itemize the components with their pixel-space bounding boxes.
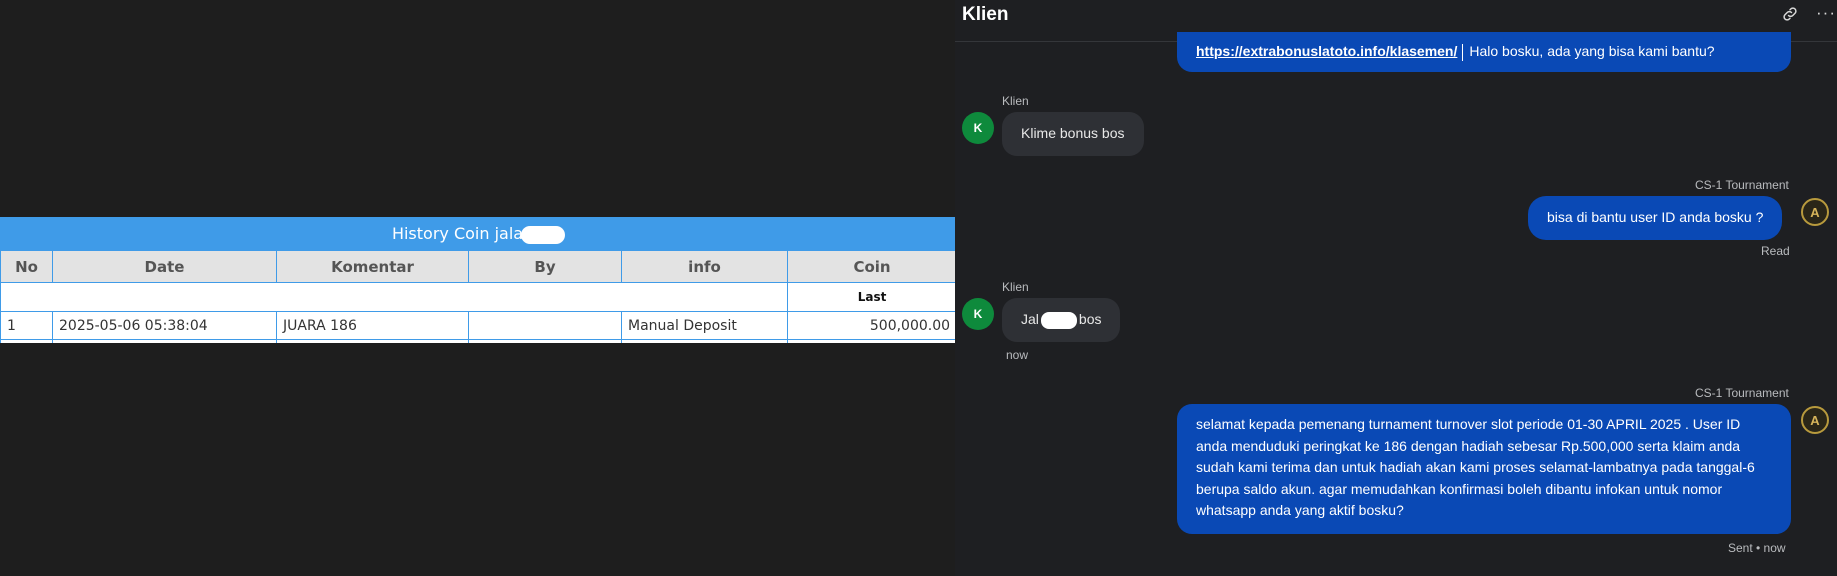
text-cursor bbox=[1462, 43, 1464, 61]
redaction-mark bbox=[1040, 311, 1077, 329]
table-row: 1 2025-05-06 05:38:04 JUARA 186 Manual D… bbox=[0, 311, 956, 340]
agent-avatar[interactable]: A bbox=[1801, 406, 1829, 434]
history-coin-table: History Coin jala No Date Komentar By in… bbox=[0, 217, 956, 343]
sender-name: Klien bbox=[1002, 94, 1029, 108]
column-header-date[interactable]: Date bbox=[52, 250, 277, 283]
chat-panel: Klien ··· https://extrabonuslatoto.info/… bbox=[955, 0, 1837, 576]
message-bubble-outgoing[interactable]: https://extrabonuslatoto.info/klasemen/H… bbox=[1177, 32, 1791, 72]
message-bubble-incoming[interactable]: Klime bonus bos bbox=[1002, 112, 1144, 156]
agent-avatar[interactable]: A bbox=[1801, 198, 1829, 226]
column-header-info[interactable]: info bbox=[621, 250, 788, 283]
sub-header-empty bbox=[0, 282, 788, 312]
sender-name: CS-1 Tournament bbox=[1695, 386, 1789, 400]
message-text: Halo bosku, ada yang bisa kami bantu? bbox=[1469, 43, 1715, 59]
cell-by bbox=[468, 311, 622, 340]
message-time: now bbox=[1006, 348, 1029, 362]
cell-info: Manual Deposit bbox=[621, 311, 788, 340]
redaction-mark bbox=[521, 225, 566, 244]
table-title-text: History Coin jala bbox=[391, 224, 524, 244]
message-text: Jal bbox=[1021, 311, 1039, 328]
cell-komentar: JUARA 186 bbox=[276, 311, 469, 340]
message-status: Read bbox=[1761, 244, 1790, 258]
client-avatar[interactable]: K bbox=[962, 298, 994, 330]
column-header-no[interactable]: No bbox=[0, 250, 53, 283]
table-row bbox=[0, 339, 956, 343]
message-status: Sent • now bbox=[1728, 541, 1786, 555]
message-text: Klime bonus bos bbox=[1021, 125, 1125, 142]
message-text: selamat kepada pemenang turnament turnov… bbox=[1196, 416, 1755, 518]
sender-name: Klien bbox=[1002, 280, 1029, 294]
more-icon[interactable]: ··· bbox=[1816, 3, 1836, 23]
cell-no: 1 bbox=[0, 311, 53, 340]
table-title: History Coin jala bbox=[0, 217, 956, 251]
message-bubble-outgoing[interactable]: selamat kepada pemenang turnament turnov… bbox=[1177, 404, 1791, 534]
chat-title: Klien bbox=[962, 4, 1009, 25]
message-bubble-outgoing[interactable]: bisa di bantu user ID anda bosku ? bbox=[1528, 196, 1783, 240]
cell-date: 2025-05-06 05:38:04 bbox=[52, 311, 277, 340]
message-text: bisa di bantu user ID anda bosku ? bbox=[1547, 209, 1764, 226]
column-header-by[interactable]: By bbox=[468, 250, 622, 283]
link-icon[interactable] bbox=[1781, 5, 1799, 28]
sub-header-last: Last bbox=[786, 282, 956, 312]
cell-coin: 500,000.00 bbox=[786, 311, 956, 340]
client-avatar[interactable]: K bbox=[962, 112, 994, 144]
history-panel: History Coin jala No Date Komentar By in… bbox=[0, 0, 956, 576]
column-header-coin[interactable]: Coin bbox=[786, 250, 956, 283]
column-header-komentar[interactable]: Komentar bbox=[276, 250, 469, 283]
message-link[interactable]: https://extrabonuslatoto.info/klasemen/ bbox=[1196, 43, 1457, 59]
message-bubble-incoming[interactable]: Jal bos bbox=[1002, 298, 1121, 342]
message-text: bos bbox=[1078, 311, 1102, 328]
sender-name: CS-1 Tournament bbox=[1695, 178, 1789, 192]
